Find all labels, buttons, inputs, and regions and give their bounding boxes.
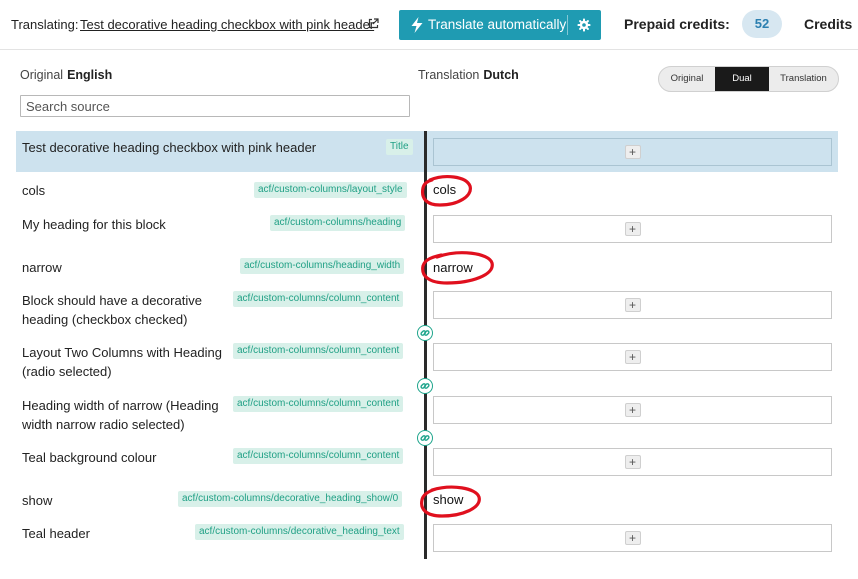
field-tag: acf/custom-columns/heading_width [240, 258, 405, 274]
translation-language-header: Translation Dutch [418, 68, 519, 82]
annotation-circle [421, 251, 494, 285]
original-language: English [67, 68, 113, 82]
translation-language: Dutch [483, 68, 519, 82]
add-translation-button[interactable]: + [624, 350, 641, 364]
add-translation-button[interactable]: + [624, 455, 641, 469]
field-tag: acf/custom-columns/decorative_heading_sh… [178, 491, 403, 507]
field-tag: acf/custom-columns/layout_style [254, 182, 407, 198]
source-text: Teal header [22, 526, 90, 541]
search-source-input[interactable] [20, 95, 410, 117]
link-icon[interactable] [417, 378, 433, 394]
original-language-header: Original English [20, 68, 112, 82]
field-tag: acf/custom-columns/column_content [233, 448, 404, 464]
credits-link[interactable]: Credits [804, 16, 852, 32]
translate-automatically-button[interactable]: Translate automatically [399, 10, 601, 40]
translation-field[interactable]: + [433, 343, 832, 371]
field-tag: acf/custom-columns/column_content [233, 396, 404, 412]
field-tag: acf/custom-columns/column_content [233, 291, 404, 307]
field-tag: acf/custom-columns/decorative_heading_te… [195, 524, 404, 540]
view-option-original[interactable]: Original [659, 67, 715, 91]
source-text: Heading width of narrow (Heading width n… [22, 398, 219, 432]
translation-field[interactable]: + [433, 138, 832, 166]
button-separator [567, 15, 568, 35]
source-text: Layout Two Columns with Heading (radio s… [22, 345, 222, 379]
translate-automatically-label: Translate automatically [428, 17, 567, 32]
field-tag: acf/custom-columns/heading [270, 215, 406, 231]
translation-field[interactable]: + [433, 291, 832, 319]
translation-field[interactable]: + [433, 215, 832, 243]
add-translation-button[interactable]: + [624, 298, 641, 312]
source-text: Teal background colour [22, 450, 157, 465]
translating-title-link[interactable]: Test decorative heading checkbox with pi… [80, 17, 374, 32]
add-translation-button[interactable]: + [624, 222, 641, 236]
add-translation-button[interactable]: + [624, 403, 641, 417]
source-text: Block should have a decorative heading (… [22, 293, 202, 327]
top-bar: Translating: Test decorative heading che… [0, 0, 858, 50]
original-label: Original [20, 68, 64, 82]
credits-count-badge: 52 [742, 10, 782, 38]
source-text: cols [22, 183, 46, 198]
translation-label: Translation [418, 68, 480, 82]
annotation-circle [420, 485, 481, 518]
translating-label: Translating: [11, 17, 79, 32]
view-option-dual[interactable]: Dual [715, 67, 769, 91]
source-text: Test decorative heading checkbox with pi… [22, 140, 317, 155]
view-option-translation[interactable]: Translation [769, 67, 838, 91]
gear-icon[interactable] [577, 18, 591, 32]
add-translation-button[interactable]: + [624, 531, 641, 545]
field-tag: acf/custom-columns/column_content [233, 343, 404, 359]
prepaid-credits-label: Prepaid credits: [624, 16, 730, 32]
translation-field[interactable]: + [433, 396, 832, 424]
annotation-circle [420, 175, 472, 207]
view-mode-toggle: Original Dual Translation [658, 66, 839, 92]
link-icon[interactable] [417, 325, 433, 341]
source-text: narrow [22, 260, 62, 275]
add-translation-button[interactable]: + [624, 145, 641, 159]
field-tag: Title [386, 139, 413, 155]
translation-field[interactable]: + [433, 524, 832, 552]
link-icon[interactable] [417, 430, 433, 446]
translation-field[interactable]: + [433, 448, 832, 476]
lightning-icon [411, 17, 423, 33]
external-link-icon[interactable] [368, 18, 379, 29]
